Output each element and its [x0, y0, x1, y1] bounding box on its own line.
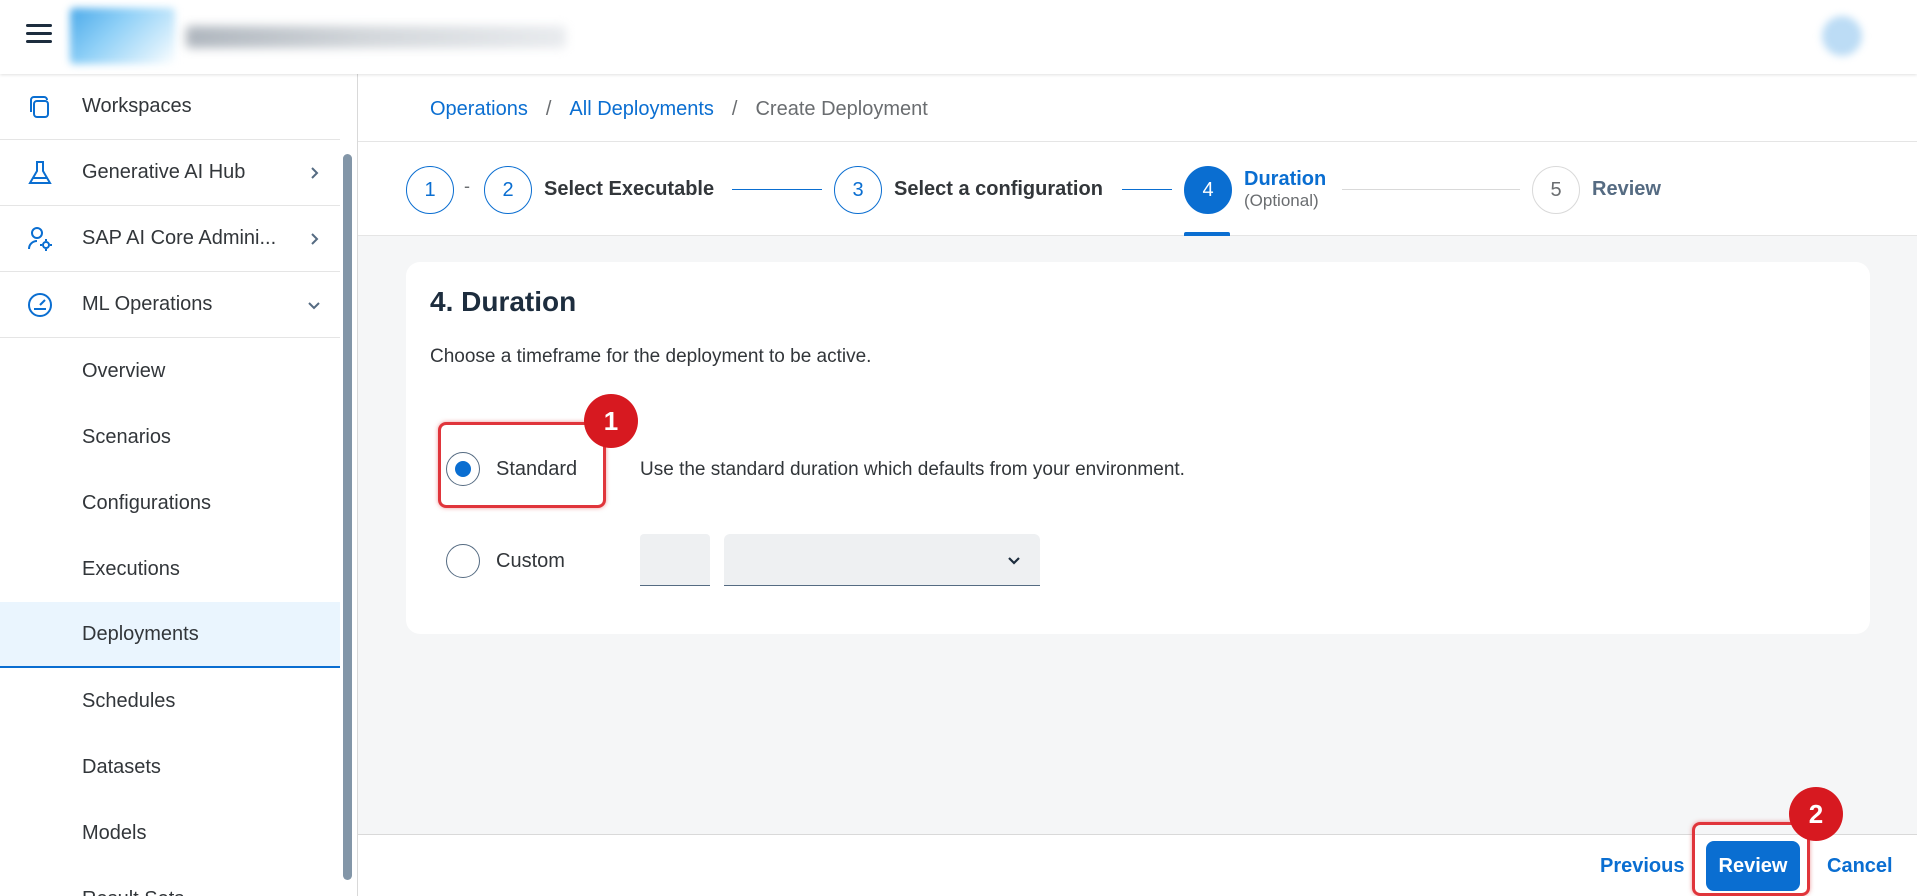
annotation-highlight-standard	[438, 422, 606, 508]
sidebar-item-label: Generative AI Hub	[82, 161, 246, 183]
side-navigation: Workspaces Generative AI Hub SAP AI Core…	[0, 74, 358, 896]
user-settings-icon	[28, 226, 52, 251]
custom-duration-value-input[interactable]	[640, 534, 710, 586]
avatar[interactable]	[1822, 16, 1862, 56]
wizard-progress-bar: 1 - 2 Select Executable 3 Select a confi…	[358, 142, 1917, 236]
sidebar-item-deployments[interactable]: Deployments	[0, 602, 340, 668]
custom-radio[interactable]	[446, 544, 480, 578]
sidebar-item-label: Datasets	[82, 755, 161, 778]
wizard-step-2[interactable]: 2	[484, 166, 532, 214]
standard-option-description: Use the standard duration which defaults…	[640, 459, 1185, 480]
section-title: 4. Duration	[430, 286, 577, 317]
sidebar-item-label: Result Sets	[82, 888, 184, 896]
wizard-step-5-title[interactable]: Review	[1592, 178, 1661, 201]
dashboard-gauge-icon	[28, 292, 52, 317]
wizard-step-4-title[interactable]: Duration	[1244, 168, 1326, 191]
section-description: Choose a timeframe for the deployment to…	[430, 346, 872, 367]
sidebar-item-label: Workspaces	[82, 95, 192, 117]
workspaces-icon	[30, 95, 49, 118]
previous-button[interactable]: Previous	[1600, 855, 1684, 878]
sidebar-item-label: Deployments	[82, 622, 199, 645]
custom-radio-label[interactable]: Custom	[496, 550, 565, 573]
sidebar-item-label: SAP AI Core Admini...	[82, 227, 277, 249]
sidebar-item-schedules[interactable]: Schedules	[0, 668, 340, 734]
shell-bar	[0, 0, 1917, 74]
sidebar-item-label: ML Operations	[82, 293, 213, 315]
wizard-step-1[interactable]: 1	[406, 166, 454, 214]
chevron-down-icon	[1008, 557, 1020, 565]
breadcrumb-bar: Operations / All Deployments / Create De…	[358, 74, 1917, 142]
sidebar-item-ml-operations[interactable]: ML Operations	[0, 272, 340, 338]
sidebar-item-result-sets[interactable]: Result Sets	[0, 866, 340, 896]
breadcrumb: Operations / All Deployments / Create De…	[430, 98, 928, 121]
sidebar-item-datasets[interactable]: Datasets	[0, 734, 340, 800]
breadcrumb-link-all-deployments[interactable]: All Deployments	[569, 98, 714, 121]
wizard-step-2-title[interactable]: Select Executable	[544, 178, 714, 201]
chevron-right-icon	[311, 166, 319, 179]
wizard-step-5[interactable]: 5	[1532, 166, 1580, 214]
cancel-button[interactable]: Cancel	[1827, 855, 1893, 878]
breadcrumb-separator: /	[545, 98, 552, 120]
sidebar-item-ai-core-admin[interactable]: SAP AI Core Admini...	[0, 206, 340, 272]
sidebar-item-label: Schedules	[82, 689, 176, 712]
breadcrumb-separator: /	[731, 98, 738, 120]
wizard-connector	[1122, 189, 1172, 190]
breadcrumb-current: Create Deployment	[755, 98, 928, 120]
chevron-down-icon	[308, 301, 320, 309]
wizard-step-3-title[interactable]: Select a configuration	[894, 178, 1103, 201]
wizard-connector	[732, 189, 822, 190]
wizard-step-4[interactable]: 4	[1184, 166, 1232, 214]
sidebar-item-label: Executions	[82, 557, 180, 580]
annotation-badge-1: 1	[584, 394, 638, 448]
wizard-active-indicator	[1184, 232, 1230, 236]
sidebar-item-executions[interactable]: Executions	[0, 536, 340, 602]
sidebar-item-label: Scenarios	[82, 425, 171, 448]
wizard-step-3[interactable]: 3	[834, 166, 882, 214]
flask-icon	[28, 160, 52, 184]
sidebar-scrollbar[interactable]	[343, 154, 352, 880]
wizard-step-dash: -	[464, 176, 470, 196]
sidebar-item-workspaces[interactable]: Workspaces	[0, 74, 340, 140]
wizard-connector	[1342, 189, 1520, 190]
company-logo[interactable]	[70, 8, 175, 64]
sidebar-item-label: Configurations	[82, 491, 211, 514]
chevron-right-icon	[311, 232, 319, 245]
sidebar-item-scenarios[interactable]: Scenarios	[0, 404, 340, 470]
sidebar-item-models[interactable]: Models	[0, 800, 340, 866]
wizard-footer: Previous Review Cancel	[358, 834, 1917, 896]
annotation-highlight-review	[1692, 822, 1810, 896]
custom-duration-unit-select[interactable]	[724, 534, 1040, 586]
sidebar-item-configurations[interactable]: Configurations	[0, 470, 340, 536]
duration-card: 4. Duration Choose a timeframe for the d…	[406, 262, 1870, 634]
sidebar-item-label: Models	[82, 821, 147, 844]
app-title	[186, 26, 566, 48]
wizard-step-4-subtitle: (Optional)	[1244, 191, 1319, 210]
sidebar-item-generative-ai-hub[interactable]: Generative AI Hub	[0, 140, 340, 206]
annotation-badge-2: 2	[1789, 787, 1843, 841]
breadcrumb-link-operations[interactable]: Operations	[430, 98, 528, 121]
hamburger-icon[interactable]	[26, 24, 52, 46]
sidebar-item-overview[interactable]: Overview	[0, 338, 340, 404]
sidebar-item-label: Overview	[82, 359, 166, 382]
